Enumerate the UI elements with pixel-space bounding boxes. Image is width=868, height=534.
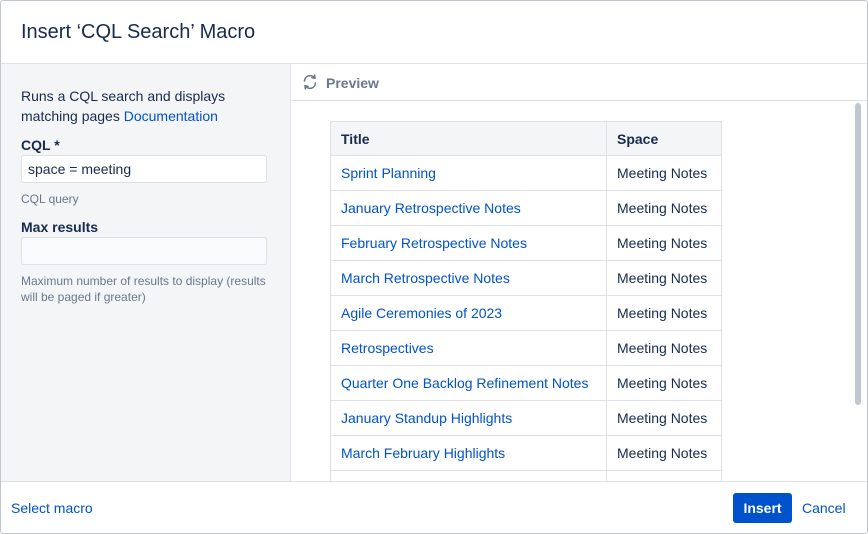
row-title-link[interactable]: Sprint Planning (330, 155, 607, 191)
row-space: Meeting Notes (606, 400, 722, 436)
cql-input[interactable] (21, 155, 267, 183)
table-row: Sprint Planning Meeting Notes (330, 155, 722, 191)
table-row: Retrospectives Meeting Notes (330, 330, 722, 366)
max-results-label: Max results (21, 219, 99, 235)
table-row: March Retrospective Notes Meeting Notes (330, 260, 722, 296)
table-row: March February Highlights Meeting Notes (330, 435, 722, 471)
refresh-icon[interactable] (301, 73, 319, 91)
row-space: Meeting Notes (606, 190, 722, 226)
row-title-link[interactable]: January Standup Highlights (330, 400, 607, 436)
row-space (606, 470, 722, 481)
row-space: Meeting Notes (606, 225, 722, 261)
dialog-footer: Select macro Insert Cancel (1, 481, 867, 533)
preview-panel: Preview Title Space Sprint Planning Meet… (291, 64, 867, 481)
macro-description: Runs a CQL search and displays matching … (21, 86, 271, 126)
row-space: Meeting Notes (606, 155, 722, 191)
row-title-link[interactable]: Quarter One Backlog Refinement Notes (330, 365, 607, 401)
max-results-hint: Maximum number of results to display (re… (21, 274, 266, 304)
insert-macro-dialog: Insert ‘CQL Search’ Macro Runs a CQL sea… (0, 0, 868, 534)
preview-scroll-area[interactable]: Title Space Sprint Planning Meeting Note… (291, 101, 867, 481)
column-header-title: Title (330, 121, 607, 156)
column-header-space: Space (606, 121, 722, 156)
results-table: Title Space Sprint Planning Meeting Note… (330, 121, 722, 481)
row-title-link[interactable]: Agile Ceremonies of 2023 (330, 295, 607, 331)
row-title-link[interactable]: January Retrospective Notes (330, 190, 607, 226)
row-space: Meeting Notes (606, 330, 722, 366)
row-title-link[interactable] (330, 470, 607, 481)
insert-button[interactable]: Insert (733, 493, 792, 523)
table-row (330, 470, 722, 481)
max-results-input[interactable] (21, 237, 267, 265)
table-row: January Standup Highlights Meeting Notes (330, 400, 722, 436)
table-row: Quarter One Backlog Refinement Notes Mee… (330, 365, 722, 401)
row-title-link[interactable]: Retrospectives (330, 330, 607, 366)
preview-title: Preview (326, 75, 379, 91)
table-row: January Retrospective Notes Meeting Note… (330, 190, 722, 226)
preview-bar: Preview (291, 64, 867, 101)
table-row: Agile Ceremonies of 2023 Meeting Notes (330, 295, 722, 331)
cancel-button[interactable]: Cancel (802, 500, 846, 516)
row-title-link[interactable]: March Retrospective Notes (330, 260, 607, 296)
row-title-link[interactable]: March February Highlights (330, 435, 607, 471)
row-space: Meeting Notes (606, 365, 722, 401)
row-title-link[interactable]: February Retrospective Notes (330, 225, 607, 261)
scrollbar-thumb[interactable] (855, 103, 861, 405)
row-space: Meeting Notes (606, 260, 722, 296)
dialog-title: Insert ‘CQL Search’ Macro (21, 21, 256, 43)
table-header-row: Title Space (330, 121, 722, 156)
documentation-link[interactable]: Documentation (124, 108, 218, 124)
row-space: Meeting Notes (606, 435, 722, 471)
table-row: February Retrospective Notes Meeting Not… (330, 225, 722, 261)
select-macro-link[interactable]: Select macro (11, 500, 93, 516)
row-space: Meeting Notes (606, 295, 722, 331)
cql-label: CQL * (21, 137, 60, 153)
macro-parameters-panel: Runs a CQL search and displays matching … (1, 64, 291, 481)
cql-hint: CQL query (21, 192, 79, 206)
dialog-header: Insert ‘CQL Search’ Macro (1, 1, 867, 64)
